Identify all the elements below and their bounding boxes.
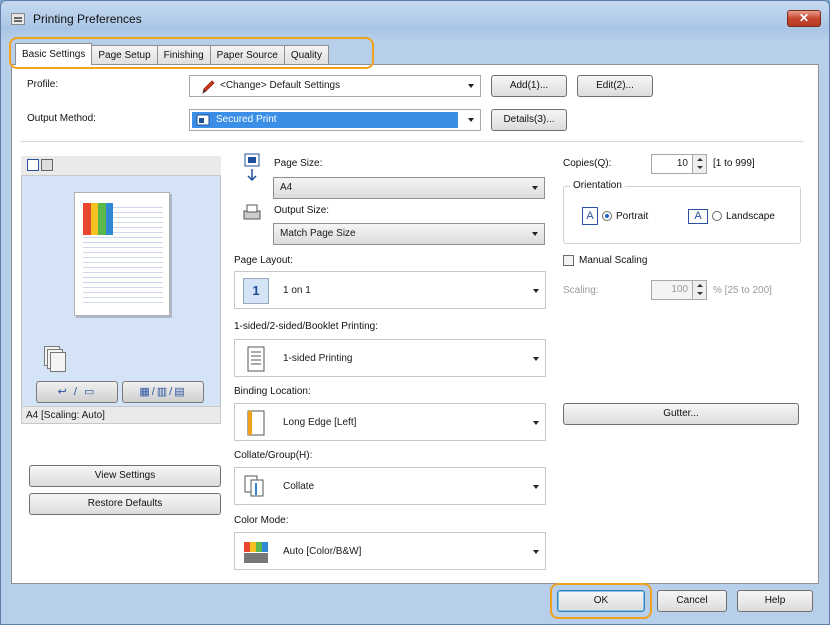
restore-defaults-button[interactable]: Restore Defaults (29, 493, 221, 515)
output-size-label: Output Size: (274, 205, 330, 216)
chevron-down-icon (533, 550, 539, 554)
view-settings-button[interactable]: View Settings (29, 465, 221, 487)
printer-view-icon[interactable] (41, 159, 53, 171)
printer-icon (11, 13, 25, 25)
collate-icon (244, 475, 264, 497)
chevron-down-icon (532, 232, 538, 236)
chevron-down-icon (532, 186, 538, 190)
spin-arrows-icon[interactable] (692, 155, 706, 173)
page-layout-label: Page Layout: (234, 255, 293, 266)
chevron-down-icon (468, 118, 474, 122)
copies-stack-icon (44, 346, 66, 374)
orientation-label: Orientation (570, 180, 625, 191)
copies-label: Copies(Q): (563, 158, 612, 169)
output-method-value: Secured Print (216, 114, 277, 125)
copies-value: 10 (676, 158, 688, 169)
collate-value: Collate (283, 481, 315, 492)
landscape-radio[interactable] (712, 211, 722, 221)
color-mode-label: Color Mode: (234, 515, 289, 526)
gutter-button[interactable]: Gutter... (563, 403, 799, 425)
preview-area: ↩ / ▭ ▦/▥/▤ (21, 176, 221, 406)
binding-value: Long Edge [Left] (283, 417, 357, 428)
collate-label: Collate/Group(H): (234, 450, 313, 461)
color-mode-select[interactable]: Auto [Color/B&W] (234, 532, 546, 570)
pencil-icon (202, 80, 215, 94)
profile-select[interactable]: <Change> Default Settings (189, 75, 481, 97)
duplex-label: 1-sided/2-sided/Booklet Printing: (234, 321, 378, 332)
color-sample (83, 203, 113, 235)
copies-stepper[interactable]: 10 (651, 154, 707, 174)
page-size-label: Page Size: (274, 158, 323, 169)
output-size-value: Match Page Size (280, 228, 356, 239)
preview-status: A4 [Scaling: Auto] (21, 406, 221, 424)
window-title: Printing Preferences (33, 12, 142, 26)
chevron-down-icon (533, 485, 539, 489)
color-mode-icon (244, 542, 268, 563)
binding-label: Binding Location: (234, 386, 311, 397)
orientation-group: Orientation A Portrait A Landscape (563, 180, 801, 244)
duplex-select[interactable]: 1-sided Printing (234, 339, 546, 377)
manual-scaling-label: Manual Scaling (579, 255, 648, 266)
page-layout-icon: 1 (243, 278, 269, 304)
add-profile-button[interactable]: Add(1)... (491, 75, 567, 97)
preview-buttons: ↩ / ▭ ▦/▥/▤ (36, 381, 204, 403)
chevron-down-icon (533, 289, 539, 293)
ok-button[interactable]: OK (557, 590, 645, 612)
spin-arrows-icon[interactable] (692, 281, 706, 299)
page-size-select[interactable]: A4 (273, 177, 545, 199)
duplex-value: 1-sided Printing (283, 353, 353, 364)
paper-view-icon[interactable] (27, 159, 39, 171)
output-method-label: Output Method: (27, 113, 96, 124)
portrait-label: Portrait (616, 211, 649, 222)
page-size-value: A4 (280, 182, 293, 193)
chevron-down-icon (533, 421, 539, 425)
tab-quality[interactable]: Quality (283, 45, 329, 65)
binding-left-icon (247, 410, 265, 436)
chevron-down-icon (533, 357, 539, 361)
title-bar: Printing Preferences ✕ (1, 1, 829, 37)
profile-value: <Change> Default Settings (220, 80, 341, 91)
landscape-icon: A (688, 209, 708, 224)
close-button[interactable]: ✕ (787, 10, 821, 27)
output-size-icon (243, 204, 261, 220)
cancel-button[interactable]: Cancel (657, 590, 727, 612)
portrait-icon: A (582, 207, 598, 225)
scaling-label: Scaling: (563, 285, 599, 296)
manual-scaling-checkbox[interactable] (563, 255, 574, 266)
output-method-select[interactable]: Secured Print (189, 109, 481, 131)
copies-range: [1 to 999] (713, 158, 755, 169)
collate-select[interactable]: Collate (234, 467, 546, 505)
page-layout-select[interactable]: 1 1 on 1 (234, 271, 546, 309)
page-preview (74, 192, 170, 316)
tab-paper-source[interactable]: Paper Source (209, 45, 285, 65)
duplex-preview-button[interactable]: ↩ / ▭ (36, 381, 118, 403)
one-sided-page-icon (247, 346, 265, 372)
color-mode-value: Auto [Color/B&W] (283, 546, 362, 557)
edit-profile-button[interactable]: Edit(2)... (577, 75, 653, 97)
tab-strip: Basic Settings Page Setup Finishing Pape… (15, 43, 329, 65)
output-size-select[interactable]: Match Page Size (273, 223, 545, 245)
help-button[interactable]: Help (737, 590, 813, 612)
details-button[interactable]: Details(3)... (491, 109, 567, 131)
scaling-value: 100 (671, 284, 688, 295)
page-size-icon (244, 153, 260, 182)
scaling-range: % [25 to 200] (713, 285, 772, 296)
finishing-preview-button[interactable]: ▦/▥/▤ (122, 381, 204, 403)
binding-select[interactable]: Long Edge [Left] (234, 403, 546, 441)
secured-print-icon (196, 114, 210, 126)
page-layout-value: 1 on 1 (283, 285, 311, 296)
preview-toolbar (21, 156, 221, 176)
tab-finishing[interactable]: Finishing (156, 45, 211, 65)
tab-page-setup[interactable]: Page Setup (91, 45, 158, 65)
portrait-radio[interactable] (602, 211, 612, 221)
landscape-label: Landscape (726, 211, 775, 222)
tab-basic-settings[interactable]: Basic Settings (15, 43, 93, 65)
printing-preferences-window: Printing Preferences ✕ Basic Settings Pa… (0, 0, 830, 625)
scaling-stepper[interactable]: 100 (651, 280, 707, 300)
profile-label: Profile: (27, 79, 59, 90)
divider (21, 141, 803, 142)
chevron-down-icon (468, 84, 474, 88)
